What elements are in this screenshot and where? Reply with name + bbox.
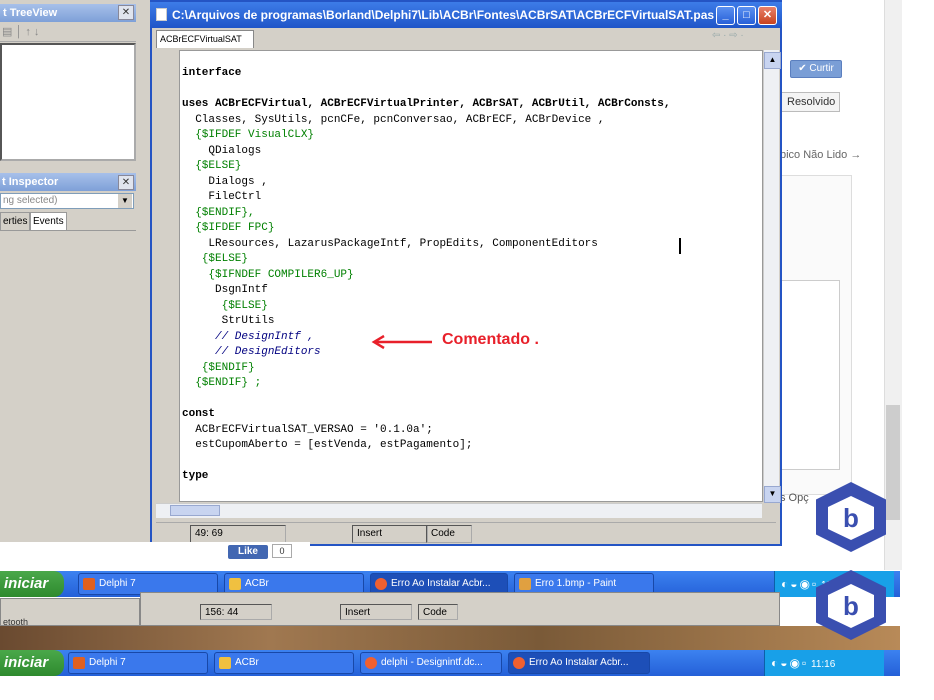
code-line[interactable]: uses ACBrECFVirtual, ACBrECFVirtualPrint… (182, 97, 762, 113)
code-line[interactable]: {$ENDIF} (182, 361, 762, 377)
code-line[interactable]: FileCtrl (182, 190, 762, 206)
minimize-icon[interactable]: _ (716, 6, 735, 25)
code-line[interactable]: Classes, SysUtils, pcnCFe, pcnConversao,… (182, 113, 762, 129)
code-line[interactable]: DsgnIntf (182, 283, 762, 299)
horizontal-scroll-thumb[interactable] (170, 505, 220, 516)
code-line[interactable]: QDialogs (182, 144, 762, 160)
code-line[interactable]: StrUtils (182, 314, 762, 330)
code-lines[interactable]: interface uses ACBrECFVirtual, ACBrECFVi… (182, 66, 762, 496)
file-icon (156, 8, 167, 21)
like-button[interactable]: Like (228, 545, 268, 559)
scroll-down-icon[interactable]: ▼ (764, 486, 781, 503)
tab-acbrecfvirtualsat[interactable]: ACBrECFVirtualSAT (156, 30, 254, 48)
cursor-position: 49: 69 (190, 525, 286, 543)
like-count: 0 (272, 544, 292, 558)
code-line[interactable] (182, 392, 762, 408)
delphi-icon (73, 657, 85, 669)
taskbar2-item-browser-2[interactable]: Erro Ao Instalar Acbr... (508, 652, 650, 674)
background-panel: etooth (0, 598, 140, 627)
curtir-button[interactable]: ✔ Curtir (790, 60, 842, 78)
treeview-toolbar[interactable]: ▤ │ ↑ ↓ (0, 22, 136, 42)
object-inspector-title: t Inspector (0, 173, 136, 191)
chevron-down-icon[interactable]: ▼ (118, 194, 132, 208)
web-side-box (780, 280, 840, 470)
code-line[interactable]: estCupomAberto = [estVenda, estPagamento… (182, 438, 762, 454)
object-inspector-select[interactable]: ng selected) (0, 193, 134, 209)
folder-icon (229, 578, 241, 590)
treeview-close-icon[interactable]: ✕ (118, 5, 134, 20)
code-line[interactable]: ACBrECFVirtualSAT_VERSAO = '0.1.0a'; (182, 423, 762, 439)
code-line[interactable] (182, 454, 762, 470)
tray-icons[interactable]: ◐◒◉▫ (771, 656, 808, 670)
tray-icons[interactable]: ◐◒◉▫ (781, 577, 818, 591)
treeview-body[interactable] (0, 43, 136, 161)
annotation-text: Comentado . (442, 331, 539, 348)
browser-icon (513, 657, 525, 669)
code-line[interactable]: {$IFNDEF COMPILER6_UP} (182, 268, 762, 284)
object-inspector-close-icon[interactable]: ✕ (118, 175, 134, 190)
browser-scroll-thumb[interactable] (886, 405, 900, 520)
editor-vertical-scrollbar[interactable]: ▲ ▼ (763, 50, 781, 503)
browser-icon (365, 657, 377, 669)
code-line[interactable]: {$IFDEF FPC} (182, 221, 762, 237)
editor-gutter (153, 50, 179, 502)
editor-horizontal-scrollbar[interactable] (156, 503, 762, 518)
code-line[interactable] (182, 82, 762, 98)
maximize-icon[interactable]: □ (737, 6, 756, 25)
tab-properties[interactable]: erties (0, 212, 31, 231)
desktop-wallpaper (0, 626, 900, 652)
options-link[interactable]: s Opç (780, 492, 820, 506)
browser-icon (375, 578, 387, 590)
taskbar2-item-delphi[interactable]: Delphi 7 (68, 652, 208, 674)
editor-status-bar: 49: 69 Insert Code (156, 522, 776, 543)
inspector-body[interactable] (0, 230, 136, 545)
inspector-tabs: erties Events (0, 212, 136, 231)
editor-nav-arrows[interactable]: ⇦ · ⇨ · (712, 30, 772, 46)
editor-title-bar[interactable]: C:\Arquivos de programas\Borland\Delphi7… (150, 2, 782, 28)
taskbar2-item-acbr[interactable]: ACBr (214, 652, 354, 674)
topic-unread-link[interactable]: bico Não Lido → (780, 149, 870, 163)
clock: 11:16 (811, 659, 836, 670)
folder-icon (219, 657, 231, 669)
treeview-title: t TreeView (0, 4, 136, 22)
second-edit-mode: Insert (340, 604, 412, 620)
code-line[interactable]: {$ENDIF}, (182, 206, 762, 222)
code-line[interactable]: {$ELSE} (182, 299, 762, 315)
edit-mode: Insert (352, 525, 428, 543)
code-line[interactable]: interface (182, 66, 762, 82)
code-line[interactable]: {$ELSE} (182, 252, 762, 268)
delphi-icon (83, 578, 95, 590)
text-cursor (679, 238, 681, 254)
code-line[interactable]: Dialogs , (182, 175, 762, 191)
second-cursor-position: 156: 44 (200, 604, 272, 620)
scroll-up-icon[interactable]: ▲ (764, 52, 781, 69)
start-button[interactable]: iniciar (0, 571, 64, 597)
code-line[interactable]: LResources, LazarusPackageIntf, PropEdit… (182, 237, 762, 253)
code-line[interactable]: {$ENDIF} ; (182, 376, 762, 392)
code-line[interactable]: const (182, 407, 762, 423)
code-line[interactable]: {$IFDEF VisualCLX} (182, 128, 762, 144)
second-code-tab[interactable]: Code (418, 604, 458, 620)
code-line[interactable]: type (182, 469, 762, 485)
code-line[interactable]: {$ELSE} (182, 159, 762, 175)
tab-events[interactable]: Events (30, 212, 67, 231)
red-arrow-icon (371, 334, 432, 350)
site-logo: b (816, 482, 886, 552)
taskbar2-item-browser[interactable]: delphi - Designintf.dc... (360, 652, 502, 674)
start-button-2[interactable]: iniciar (0, 650, 64, 676)
site-logo-2: b (816, 570, 886, 640)
system-tray-bottom: ◐◒◉▫ 11:16 (764, 650, 884, 676)
paint-icon (519, 578, 531, 590)
code-tab[interactable]: Code (426, 525, 472, 543)
close-icon[interactable]: ✕ (758, 6, 777, 25)
